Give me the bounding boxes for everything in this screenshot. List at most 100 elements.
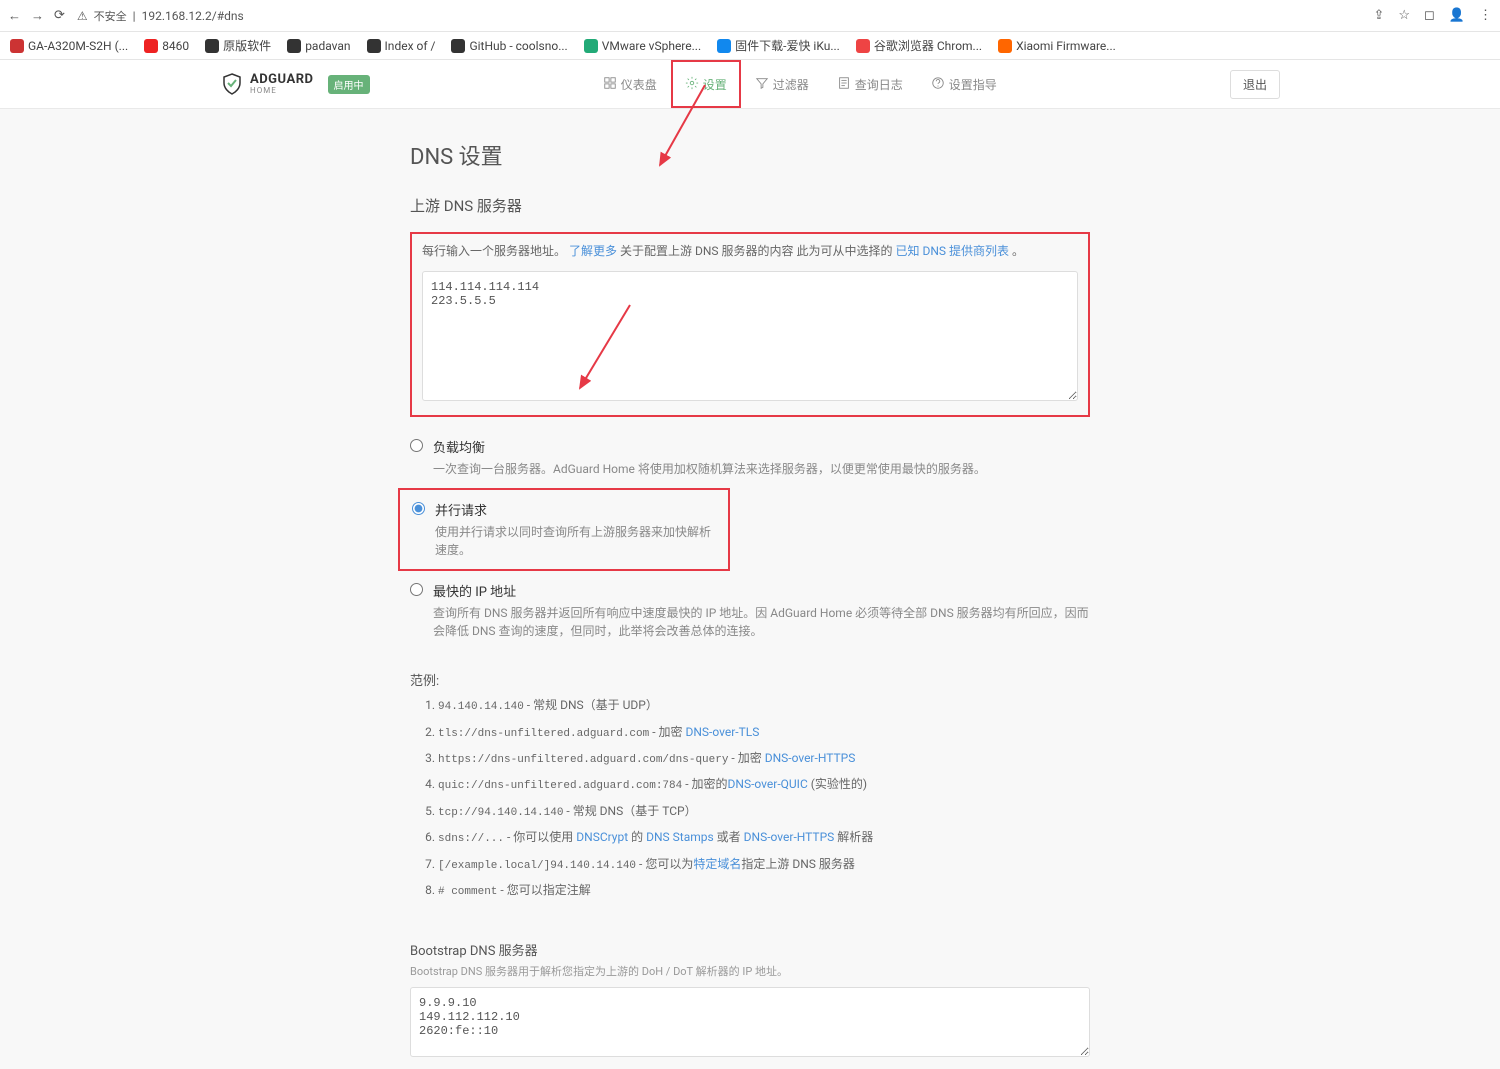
mode-radio[interactable] [410,583,423,596]
logo[interactable]: ADGUARD HOME 启用中 [220,72,370,96]
example-link[interactable]: DNS-over-HTTPS [744,830,835,844]
forward-icon[interactable]: → [31,8,44,24]
bookmark-item[interactable]: 8460 [144,39,189,53]
mode-desc: 查询所有 DNS 服务器并返回所有响应中速度最快的 IP 地址。因 AdGuar… [433,604,1090,640]
insecure-icon: ⚠ [77,9,88,23]
bookmark-label: GitHub - coolsno... [469,39,567,53]
browser-right-icons: ⇪ ☆ ◻ 👤 ⋮ [1373,8,1492,23]
favicon-icon [287,39,301,53]
bookmark-item[interactable]: GitHub - coolsno... [451,39,567,53]
example-code: tcp://94.140.14.140 [438,807,563,819]
bootstrap-hint: Bootstrap DNS 服务器用于解析您指定为上游的 DoH / DoT 解… [410,963,1090,979]
log-icon [837,76,851,93]
nav-settings[interactable]: 设置 [671,60,741,108]
bookmark-label: padavan [305,39,350,53]
nav-guide[interactable]: 设置指导 [917,60,1011,108]
mode-option-0[interactable]: 负载均衡一次查询一台服务器。AdGuard Home 将使用加权随机算法来选择服… [410,427,1090,488]
back-icon[interactable]: ← [8,8,21,24]
profile-icon[interactable]: 👤 [1449,8,1465,23]
mode-title: 负载均衡 [433,437,986,456]
mode-title: 并行请求 [435,500,716,519]
example-item: 94.140.14.140 - 常规 DNS（基于 UDP） [438,697,1090,715]
mode-title: 最快的 IP 地址 [433,581,1090,600]
upstream-servers-textarea[interactable] [422,271,1078,401]
nav-label: 过滤器 [773,76,809,93]
app-header: ADGUARD HOME 启用中 仪表盘 设置 过滤器 查询日志 设置指导 退出 [0,60,1500,109]
status-badge: 启用中 [328,75,370,94]
example-item: tcp://94.140.14.140 - 常规 DNS（基于 TCP） [438,803,1090,821]
upstream-highlighted-box: 每行输入一个服务器地址。 了解更多 关于配置上游 DNS 服务器的内容 此为可从… [410,232,1090,417]
url-text: 192.168.12.2/#dns [142,9,244,23]
example-code: sdns://... [438,833,504,845]
nav-label: 查询日志 [855,76,903,93]
mode-desc: 一次查询一台服务器。AdGuard Home 将使用加权随机算法来选择服务器，以… [433,460,986,478]
bookmark-item[interactable]: padavan [287,39,350,53]
upstream-section-title: 上游 DNS 服务器 [410,195,1090,216]
logout-button[interactable]: 退出 [1230,70,1280,99]
mode-option-1[interactable]: 并行请求使用并行请求以同时查询所有上游服务器来加快解析速度。 [398,488,730,571]
favicon-icon [451,39,465,53]
example-code: # comment [438,886,497,898]
upstream-hint: 每行输入一个服务器地址。 了解更多 关于配置上游 DNS 服务器的内容 此为可从… [422,242,1078,261]
insecure-label: 不安全 [94,8,127,24]
nav-label: 设置 [703,76,727,93]
menu-icon[interactable]: ⋮ [1479,8,1492,23]
example-link[interactable]: DNS Stamps [646,830,714,844]
address-bar[interactable]: ⚠ 不安全 | 192.168.12.2/#dns [77,8,244,24]
panel-icon[interactable]: ◻ [1424,8,1435,23]
bookmark-item[interactable]: 谷歌浏览器 Chrom... [856,37,982,54]
favicon-icon [367,39,381,53]
brand-sub: HOME [250,86,314,95]
favicon-icon [584,39,598,53]
favicon-icon [10,39,24,53]
shield-icon [220,72,244,96]
nav-dashboard[interactable]: 仪表盘 [589,60,671,108]
browser-nav-buttons: ← → ⟳ [8,8,65,24]
example-link[interactable]: DNSCrypt [576,830,628,844]
bookmark-item[interactable]: Index of / [367,39,436,53]
nav-log[interactable]: 查询日志 [823,60,917,108]
example-item: sdns://... - 你可以使用 DNSCrypt 的 DNS Stamps… [438,829,1090,847]
mode-option-2[interactable]: 最快的 IP 地址查询所有 DNS 服务器并返回所有响应中速度最快的 IP 地址… [410,571,1090,650]
mode-desc: 使用并行请求以同时查询所有上游服务器来加快解析速度。 [435,523,716,559]
bookmark-item[interactable]: Xiaomi Firmware... [998,39,1116,53]
browser-toolbar: ← → ⟳ ⚠ 不安全 | 192.168.12.2/#dns ⇪ ☆ ◻ 👤 … [0,0,1500,32]
bootstrap-title: Bootstrap DNS 服务器 [410,940,1090,959]
bookmark-item[interactable]: 原版软件 [205,37,271,54]
example-item: https://dns-unfiltered.adguard.com/dns-q… [438,750,1090,768]
bookmark-item[interactable]: GA-A320M-S2H (... [10,39,128,53]
learn-more-link[interactable]: 了解更多 [569,244,617,258]
guide-icon [931,76,945,93]
bookmark-label: 原版软件 [223,37,271,54]
bookmark-label: 8460 [162,39,189,53]
star-icon[interactable]: ☆ [1398,8,1410,23]
favicon-icon [856,39,870,53]
main-nav: 仪表盘 设置 过滤器 查询日志 设置指导 [589,60,1011,108]
example-link[interactable]: DNS-over-HTTPS [765,751,856,765]
example-code: [/example.local/]94.140.14.140 [438,860,636,872]
mode-radio[interactable] [412,502,425,515]
bookmark-label: VMware vSphere... [602,39,701,53]
settings-icon [685,76,699,93]
reload-icon[interactable]: ⟳ [54,8,65,24]
hint-post: 。 [1012,244,1024,258]
example-code: 94.140.14.140 [438,701,524,713]
share-icon[interactable]: ⇪ [1373,8,1384,23]
example-item: tls://dns-unfiltered.adguard.com - 加密 DN… [438,724,1090,742]
nav-filter[interactable]: 过滤器 [741,60,823,108]
example-code: tls://dns-unfiltered.adguard.com [438,728,649,740]
hint-mid: 关于配置上游 DNS 服务器的内容 此为可从中选择的 [620,244,893,258]
bookmark-item[interactable]: 固件下载-爱快 iKu... [717,37,840,54]
example-item: [/example.local/]94.140.14.140 - 您可以为特定域… [438,856,1090,874]
example-link[interactable]: DNS-over-QUIC [728,777,808,791]
example-code: https://dns-unfiltered.adguard.com/dns-q… [438,754,728,766]
bootstrap-servers-textarea[interactable] [410,987,1090,1057]
example-code: quic://dns-unfiltered.adguard.com:784 [438,780,682,792]
mode-radio[interactable] [410,439,423,452]
example-link[interactable]: 特定域名 [693,857,741,871]
known-providers-link[interactable]: 已知 DNS 提供商列表 [895,244,1009,258]
example-link[interactable]: DNS-over-TLS [685,725,759,739]
nav-label: 设置指导 [949,76,997,93]
upstream-mode-group: 负载均衡一次查询一台服务器。AdGuard Home 将使用加权随机算法来选择服… [410,427,1090,650]
bookmark-item[interactable]: VMware vSphere... [584,39,701,53]
